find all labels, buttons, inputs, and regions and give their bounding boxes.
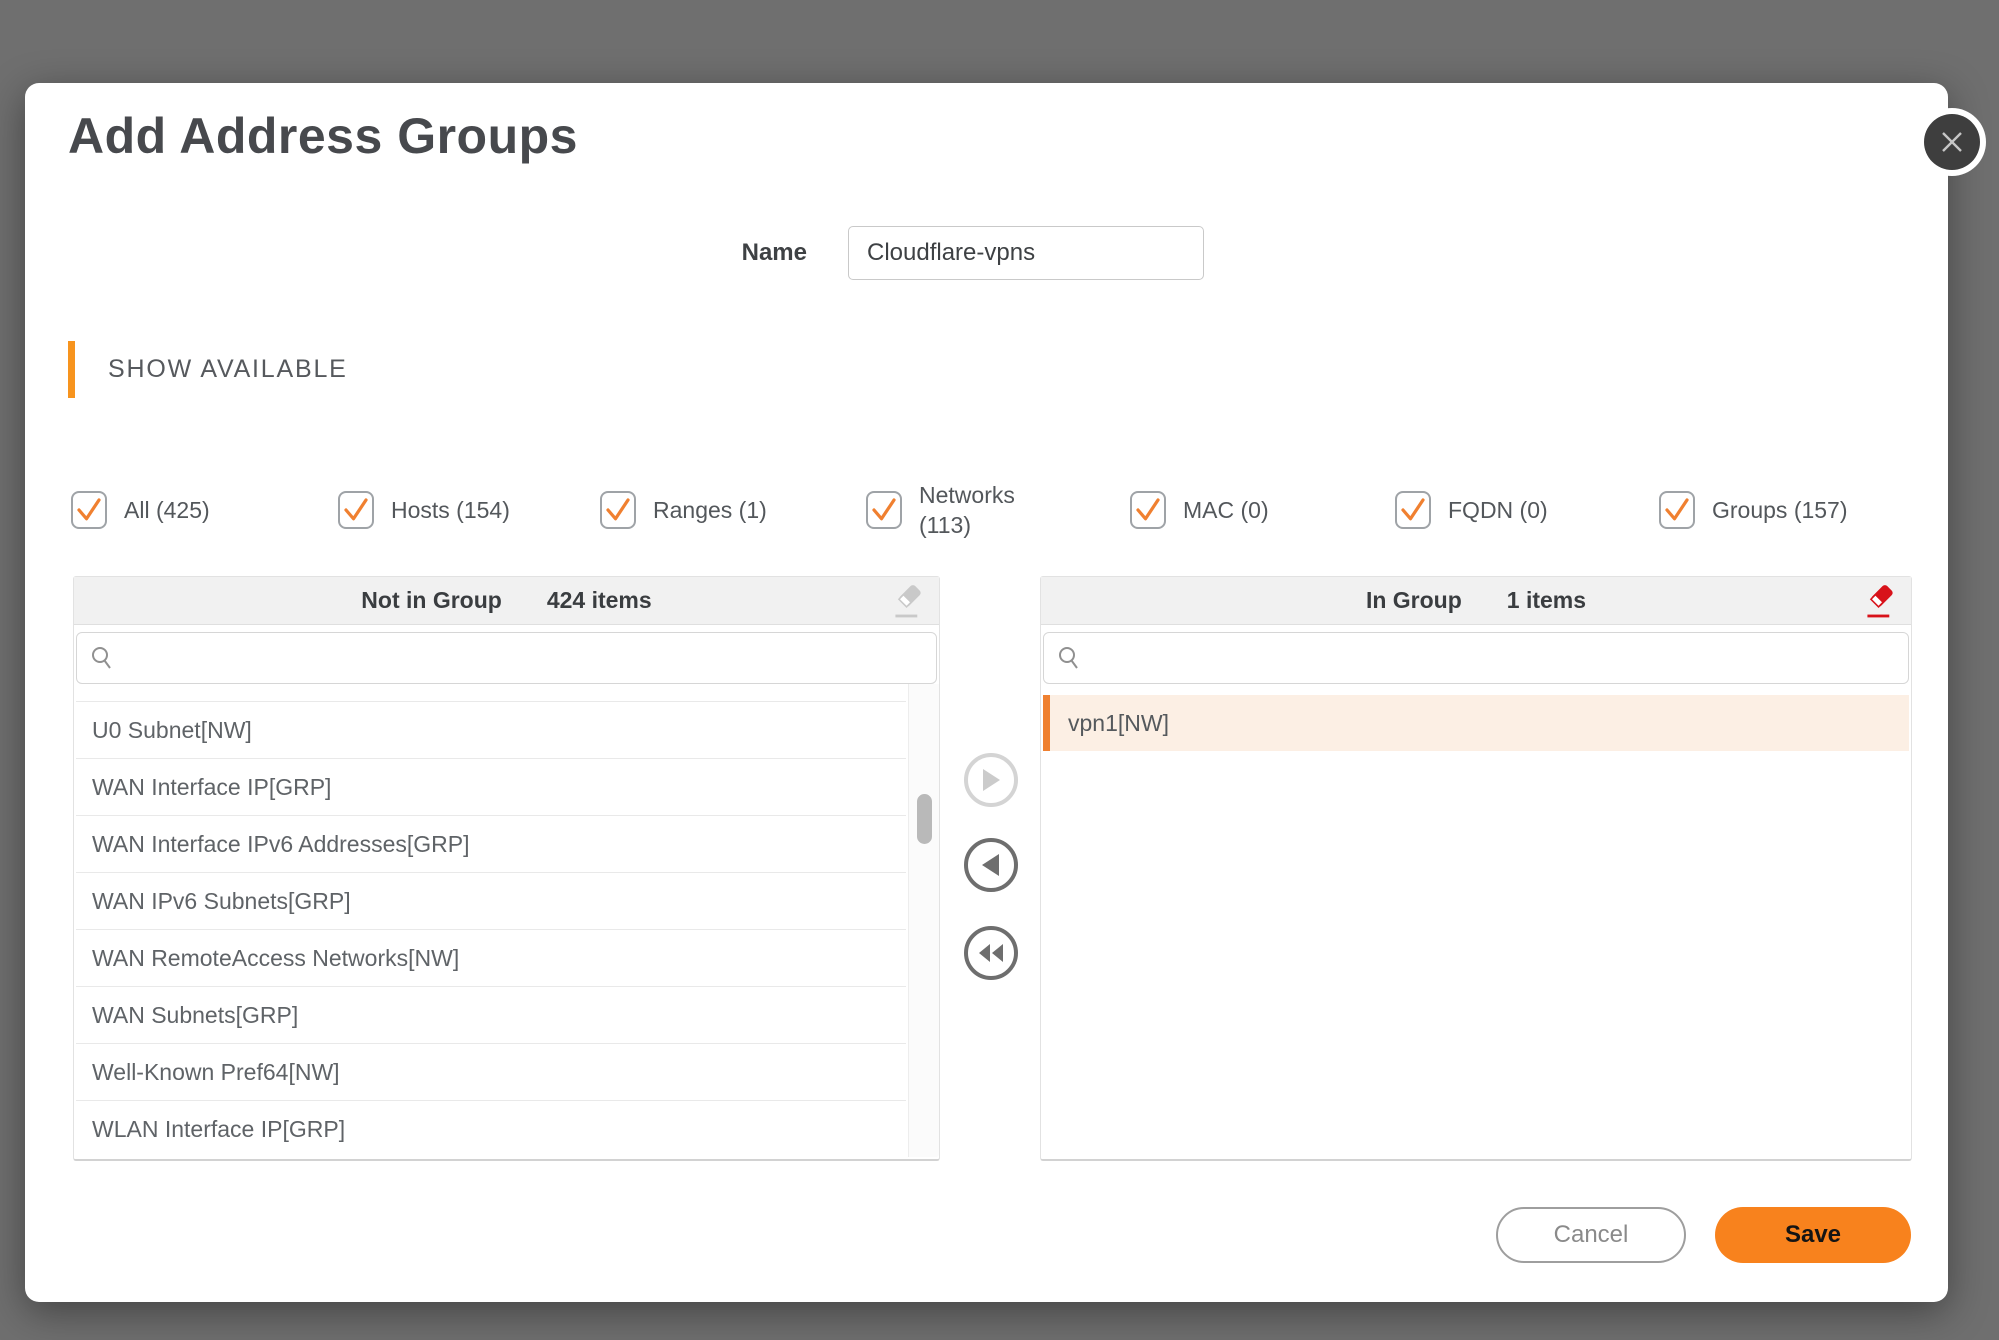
filter-checkbox-item[interactable]: Groups (157)	[1659, 460, 1848, 560]
save-button[interactable]: Save	[1715, 1207, 1911, 1263]
add-address-groups-dialog: Add Address Groups Name SHOW AVAILABLE A…	[25, 83, 1948, 1302]
scrollbar-thumb[interactable]	[917, 794, 932, 844]
checkbox-icon[interactable]	[1395, 491, 1431, 529]
in-group-header: In Group 1 items	[1041, 577, 1911, 625]
screen-backdrop: Add Address Groups Name SHOW AVAILABLE A…	[0, 0, 1999, 1340]
list-item[interactable]: WLAN Interface IP[GRP]	[76, 1101, 906, 1157]
checkbox-icon[interactable]	[1130, 491, 1166, 529]
list-item-label: WAN Interface IP[GRP]	[92, 774, 331, 801]
in-group-count: 1 items	[1507, 587, 1586, 614]
clear-group-button[interactable]	[1859, 583, 1899, 623]
list-item[interactable]: WAN Subnets[GRP]	[76, 987, 906, 1044]
in-group-search-input[interactable]	[1092, 644, 1896, 672]
move-left-button[interactable]	[964, 838, 1018, 892]
list-item-label: WAN Subnets[GRP]	[92, 1002, 298, 1029]
in-group-panel: In Group 1 items	[1040, 576, 1912, 1161]
list-item-label: WLAN Interface IP[GRP]	[92, 1116, 345, 1143]
arrow-left-icon	[980, 852, 1002, 878]
not-in-group-search-input[interactable]	[125, 644, 924, 672]
filter-label: MAC (0)	[1183, 495, 1269, 525]
filter-checkbox-item[interactable]: Networks (113)	[866, 460, 1039, 560]
filter-label: Ranges (1)	[653, 495, 767, 525]
eraser-red-icon	[1861, 585, 1897, 621]
filter-row: All (425) Hosts (154)	[25, 460, 1948, 560]
filter-label: FQDN (0)	[1448, 495, 1548, 525]
move-right-button[interactable]	[964, 753, 1018, 807]
checkmark-icon	[341, 495, 371, 525]
list-item-label: WAN IPv6 Subnets[GRP]	[92, 888, 351, 915]
search-icon	[89, 645, 115, 671]
section-accent-bar	[68, 341, 75, 398]
section-title: SHOW AVAILABLE	[108, 355, 348, 384]
move-all-left-button[interactable]	[964, 926, 1018, 980]
filter-label: Groups (157)	[1712, 495, 1848, 525]
show-available-section: SHOW AVAILABLE	[68, 338, 348, 400]
in-group-title: In Group	[1366, 587, 1462, 614]
list-item[interactable]: WAN Interface IPv6 Addresses[GRP]	[76, 816, 906, 873]
list-item[interactable]: WAN RemoteAccess Networks[NW]	[76, 930, 906, 987]
list-item[interactable]: Well-Known Pref64[NW]	[76, 1044, 906, 1101]
scrollbar-track[interactable]	[908, 684, 939, 1157]
dialog-title: Add Address Groups	[68, 105, 578, 167]
double-arrow-left-icon	[976, 941, 1006, 965]
list-item[interactable]: WAN Interface IP[GRP]	[76, 759, 906, 816]
checkbox-icon[interactable]	[71, 491, 107, 529]
checkmark-icon	[603, 495, 633, 525]
selected-list-item[interactable]: vpn1[NW]	[1043, 695, 1909, 751]
list-item-label: WAN Interface IPv6 Addresses[GRP]	[92, 831, 470, 858]
checkmark-icon	[74, 495, 104, 525]
checkbox-icon[interactable]	[1659, 491, 1695, 529]
in-group-list: vpn1[NW]	[1043, 688, 1909, 1157]
filter-label: Hosts (154)	[391, 495, 510, 525]
not-in-group-header: Not in Group 424 items	[74, 577, 939, 625]
checkbox-icon[interactable]	[600, 491, 636, 529]
clear-selection-button[interactable]	[887, 583, 927, 623]
filter-label: Networks (113)	[919, 480, 1039, 540]
checkbox-icon[interactable]	[866, 491, 902, 529]
list-item-label: Well-Known Pref64[NW]	[92, 1059, 340, 1086]
filter-label: All (425)	[124, 495, 210, 525]
list-item-label: vpn1[NW]	[1068, 710, 1169, 737]
search-icon	[1056, 645, 1082, 671]
list-item[interactable]: WAN IPv6 Subnets[GRP]	[76, 873, 906, 930]
checkmark-icon	[1398, 495, 1428, 525]
list-scroll-sliver	[76, 688, 906, 702]
not-in-group-panel: Not in Group 424 items	[73, 576, 940, 1161]
list-item[interactable]: U0 Subnet[NW]	[76, 702, 906, 759]
cancel-button[interactable]: Cancel	[1496, 1207, 1686, 1263]
close-icon	[1939, 129, 1965, 155]
name-input[interactable]	[848, 226, 1204, 280]
checkmark-icon	[1662, 495, 1692, 525]
list-item-label: U0 Subnet[NW]	[92, 717, 252, 744]
not-in-group-searchbox	[76, 632, 937, 684]
not-in-group-count: 424 items	[547, 587, 652, 614]
eraser-icon	[889, 585, 925, 621]
filter-checkbox-item[interactable]: FQDN (0)	[1395, 460, 1548, 560]
filter-checkbox-item[interactable]: Hosts (154)	[338, 460, 510, 560]
in-group-searchbox	[1043, 632, 1909, 684]
not-in-group-list: U0 Subnet[NW] WAN Interface IP[GRP] WAN …	[76, 688, 906, 1157]
not-in-group-title: Not in Group	[361, 587, 502, 614]
list-item-label: WAN RemoteAccess Networks[NW]	[92, 945, 459, 972]
checkmark-icon	[869, 495, 899, 525]
close-button[interactable]	[1924, 114, 1980, 170]
checkbox-icon[interactable]	[338, 491, 374, 529]
filter-checkbox-item[interactable]: All (425)	[71, 460, 210, 560]
checkmark-icon	[1133, 495, 1163, 525]
name-label: Name	[645, 226, 807, 280]
arrow-right-icon	[980, 767, 1002, 793]
filter-checkbox-item[interactable]: MAC (0)	[1130, 460, 1269, 560]
filter-checkbox-item[interactable]: Ranges (1)	[600, 460, 767, 560]
